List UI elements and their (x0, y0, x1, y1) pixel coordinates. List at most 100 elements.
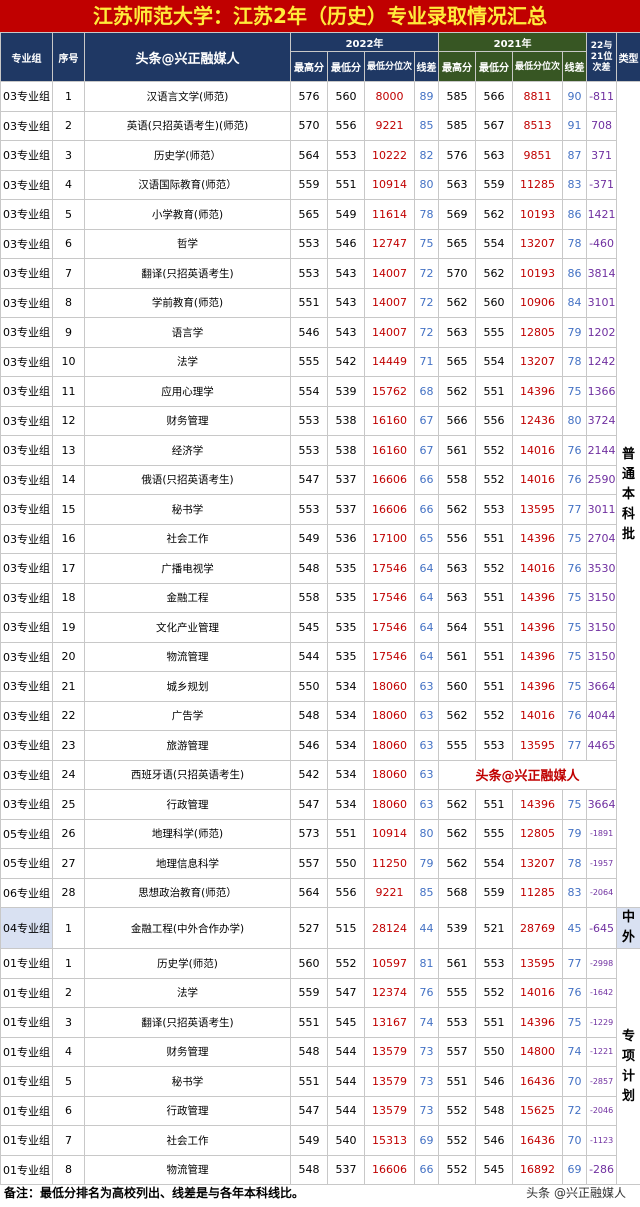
cell-rank-2022: 13167 (364, 1007, 415, 1038)
cell-diff: -2857 (586, 1066, 618, 1097)
cell-line-2022: 64 (413, 553, 440, 584)
cell-line-2021: 76 (562, 464, 588, 495)
cell-rank-2022: 14007 (364, 258, 415, 289)
cell-rank-2021: 28769 (512, 907, 564, 949)
cell-rank-2022: 17546 (364, 641, 415, 672)
cell-rank-2021: 12436 (512, 405, 564, 436)
cell-diff: 1421 (586, 199, 618, 230)
cell-rank-2022: 15313 (364, 1125, 415, 1156)
cell-major: 广告学 (84, 700, 291, 731)
cell-max-2021: 564 (438, 612, 477, 643)
cell-min-2022: 543 (327, 317, 365, 348)
cell-max-2021: 552 (438, 1095, 477, 1126)
cell-line-2022: 73 (413, 1036, 440, 1067)
table-row: 03专业组 7 翻译(只招英语考生) 553 543 14007 72 570 562 10193… (0, 258, 640, 289)
cell-line-2022: 85 (413, 877, 440, 908)
table-row: 03专业组 22 广告学 548 534 18060 63 562 552 14016 76 4044 (0, 700, 640, 731)
cell-min-2022: 538 (327, 435, 365, 466)
cell-rank-2022: 14007 (364, 287, 415, 318)
cell-major: 哲学 (84, 228, 291, 259)
cell-line-2022: 80 (413, 818, 440, 849)
cell-min-2021: 555 (475, 818, 514, 849)
cell-min-2022: 534 (327, 700, 365, 731)
cell-max-2022: 547 (290, 789, 328, 820)
table-row: 01专业组 1 历史学(师范) 560 552 10597 81 561 553 13595 77-… (0, 948, 640, 1185)
cell-diff: 4044 (586, 700, 618, 731)
cell-min-2021: 548 (475, 1095, 514, 1126)
cell-major: 英语(只招英语考生)(师范) (84, 110, 291, 141)
cell-line-2022: 74 (413, 1007, 440, 1038)
cell-line-2021: 76 (562, 977, 588, 1008)
cell-rank-2021: 14016 (512, 553, 564, 584)
cell-min-2022: 538 (327, 405, 365, 436)
cell-rank-2022: 10914 (364, 818, 415, 849)
cell-seq: 22 (52, 700, 85, 731)
cell-group: 03专业组 (0, 110, 53, 141)
cell-diff: 1242 (586, 346, 618, 377)
cell-line-2022: 81 (413, 948, 440, 979)
cell-line-2022: 79 (413, 848, 440, 879)
cell-min-2022: 534 (327, 730, 365, 761)
footer-watermark: 头条 @兴正融媒人 (526, 1186, 626, 1200)
cell-min-2021: 555 (475, 317, 514, 348)
cell-line-2022: 80 (413, 169, 440, 200)
cell-major: 社会工作 (84, 1125, 291, 1156)
cell-min-2022: 543 (327, 258, 365, 289)
cell-max-2021: 552 (438, 1125, 477, 1156)
cell-rank-2021: 10193 (512, 199, 564, 230)
cell-line-2022: 89 (413, 81, 440, 112)
cell-max-2021: 562 (438, 494, 477, 525)
cell-min-2021: 551 (475, 641, 514, 672)
cell-max-2021: 551 (438, 1066, 477, 1097)
cell-max-2022: 553 (290, 435, 328, 466)
cell-max-2021: 565 (438, 346, 477, 377)
cell-group: 03专业组 (0, 700, 53, 731)
cell-rank-2021: 14396 (512, 523, 564, 554)
cell-line-2022: 71 (413, 346, 440, 377)
cell-group: 01专业组 (0, 977, 53, 1008)
cell-diff: 3101 (586, 287, 618, 318)
cell-max-2021: 557 (438, 1036, 477, 1067)
cell-seq: 13 (52, 435, 85, 466)
cell-diff: -1642 (586, 977, 618, 1008)
cell-min-2021: 567 (475, 110, 514, 141)
table-row: 05专业组 27 地理信息科学 557 550 11250 79 562 554 13207 78-… (0, 848, 640, 879)
cell-max-2022: 551 (290, 1007, 328, 1038)
table-row: 03专业组 13 经济学 553 538 16160 67 561 552 14016 76 2144 (0, 435, 640, 466)
cell-diff: -371 (586, 169, 618, 200)
cell-min-2022: 544 (327, 1095, 365, 1126)
cell-min-2021: 566 (475, 81, 514, 112)
cell-group: 03专业组 (0, 140, 53, 171)
cell-max-2022: 564 (290, 140, 328, 171)
cell-min-2022: 537 (327, 464, 365, 495)
cell-group: 01专业组 (0, 1007, 53, 1038)
cell-line-2022: 66 (413, 464, 440, 495)
cell-major: 秘书学 (84, 1066, 291, 1097)
header-brand: 头条@兴正融媒人 (84, 32, 291, 82)
cell-min-2022: 537 (327, 494, 365, 525)
cell-min-2021: 559 (475, 169, 514, 200)
cell-min-2021: 556 (475, 405, 514, 436)
cell-group: 03专业组 (0, 730, 53, 761)
cell-major: 语言学 (84, 317, 291, 348)
table-row: 03专业组 10 法学 555 542 14449 71 565 554 13207 78 1242 (0, 346, 640, 377)
cell-max-2022: 573 (290, 818, 328, 849)
cell-major: 学前教育(师范) (84, 287, 291, 318)
table-row: 01专业组 6 行政管理 547 544 13579 73 552 548 15625 72 -204… (0, 1095, 640, 1126)
cell-line-2021: 87 (562, 140, 588, 171)
cell-group: 03专业组 (0, 81, 53, 112)
cell-rank-2021: 14396 (512, 789, 564, 820)
cell-line-2021: 75 (562, 671, 588, 702)
cell-max-2022: 551 (290, 1066, 328, 1097)
cell-rank-2022: 12374 (364, 977, 415, 1008)
cell-major: 历史学(师范） (84, 140, 291, 171)
cell-line-2021: 78 (562, 228, 588, 259)
cell-diff: -1957 (586, 848, 618, 879)
cell-rank-2021: 13207 (512, 346, 564, 377)
cell-diff: 3150 (586, 641, 618, 672)
cell-line-2021: 76 (562, 700, 588, 731)
cell-diff: -2998 (586, 948, 618, 979)
cell-seq: 27 (52, 848, 85, 879)
cell-major: 汉语国际教育(师范） (84, 169, 291, 200)
cell-major: 金融工程(中外合作办学) (84, 907, 291, 949)
